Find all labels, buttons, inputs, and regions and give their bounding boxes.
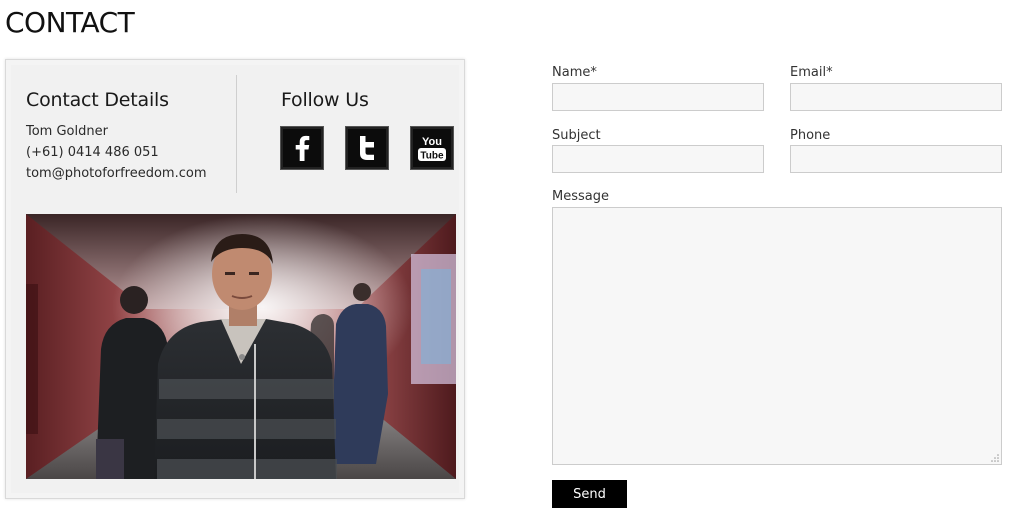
name-field[interactable] bbox=[552, 83, 764, 111]
youtube-icon-top-text: You bbox=[422, 136, 442, 148]
email-label: Email* bbox=[790, 65, 833, 80]
youtube-icon: You Tube bbox=[418, 136, 446, 162]
youtube-icon-bottom-text: Tube bbox=[420, 151, 444, 162]
follow-us: Follow Us You Tube bbox=[281, 89, 461, 169]
resize-grip-icon[interactable] bbox=[991, 454, 999, 462]
contact-email: tom@photoforfreedom.com bbox=[26, 166, 207, 181]
contact-details-lines: Tom Goldner (+61) 0414 486 051 tom@photo… bbox=[26, 121, 226, 184]
twitter-link[interactable] bbox=[346, 127, 388, 169]
contact-page: CONTACT Contact Details Tom Goldner (+61… bbox=[0, 0, 1021, 531]
facebook-icon bbox=[295, 135, 310, 161]
phone-label: Phone bbox=[790, 128, 831, 143]
send-button[interactable]: Send bbox=[552, 480, 627, 508]
portrait-photo bbox=[26, 214, 456, 479]
twitter-icon bbox=[360, 136, 374, 160]
page-title: CONTACT bbox=[5, 6, 135, 39]
name-label: Name* bbox=[552, 65, 597, 80]
message-field[interactable] bbox=[552, 207, 1002, 465]
subject-field[interactable] bbox=[552, 145, 764, 173]
phone-field[interactable] bbox=[790, 145, 1002, 173]
message-label: Message bbox=[552, 189, 609, 204]
contact-card: Contact Details Tom Goldner (+61) 0414 4… bbox=[5, 59, 465, 499]
contact-details: Contact Details Tom Goldner (+61) 0414 4… bbox=[26, 89, 226, 184]
subject-label: Subject bbox=[552, 128, 601, 143]
contact-card-inner: Contact Details Tom Goldner (+61) 0414 4… bbox=[11, 65, 459, 493]
vertical-divider bbox=[236, 75, 237, 193]
contact-name: Tom Goldner bbox=[26, 124, 108, 139]
contact-details-heading: Contact Details bbox=[26, 89, 169, 111]
facebook-link[interactable] bbox=[281, 127, 323, 169]
youtube-link[interactable]: You Tube bbox=[411, 127, 453, 169]
follow-us-heading: Follow Us bbox=[281, 89, 369, 111]
email-field[interactable] bbox=[790, 83, 1002, 111]
portrait-illustration bbox=[26, 214, 456, 479]
social-icons: You Tube bbox=[281, 127, 461, 169]
contact-phone: (+61) 0414 486 051 bbox=[26, 145, 159, 160]
